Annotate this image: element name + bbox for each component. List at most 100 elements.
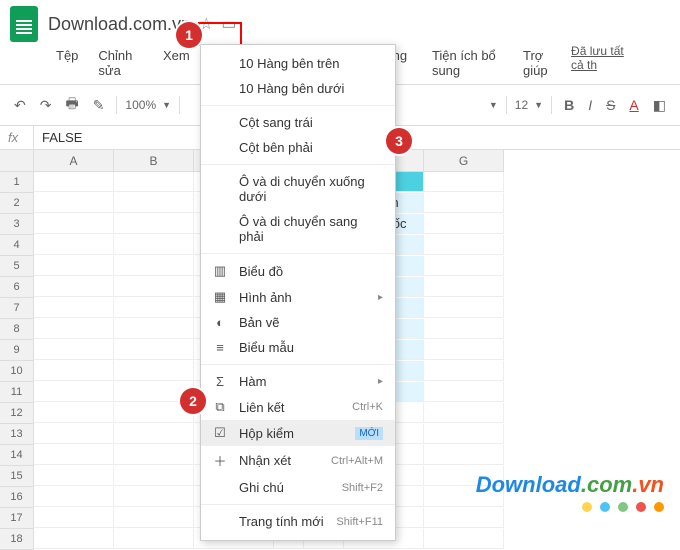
row-header[interactable]: 18 — [0, 529, 34, 550]
row-header[interactable]: 9 — [0, 340, 34, 361]
font-size[interactable]: 12 — [515, 98, 528, 112]
col-header[interactable]: A — [34, 150, 114, 172]
row-header[interactable]: 4 — [0, 235, 34, 256]
menu-shift-right[interactable]: Ô và di chuyển sang phải — [201, 209, 395, 249]
row-header[interactable]: 2 — [0, 193, 34, 214]
cell[interactable] — [114, 319, 194, 339]
fill-color-icon[interactable]: ◧ — [649, 95, 670, 116]
cell[interactable] — [34, 277, 114, 297]
row-header[interactable]: 15 — [0, 466, 34, 487]
menu-view[interactable]: Xem — [155, 44, 198, 82]
cell[interactable] — [114, 214, 194, 234]
cell[interactable] — [424, 298, 504, 318]
cell[interactable] — [114, 256, 194, 276]
row-header[interactable]: 11 — [0, 382, 34, 403]
menu-rows-below[interactable]: 10 Hàng bên dưới — [201, 76, 395, 101]
cell[interactable] — [114, 193, 194, 213]
menu-help[interactable]: Trợ giúp — [515, 44, 567, 82]
row-header[interactable]: 17 — [0, 508, 34, 529]
cell[interactable] — [34, 466, 114, 486]
menu-col-right[interactable]: Cột bên phải — [201, 135, 395, 160]
cell[interactable] — [114, 487, 194, 507]
cell[interactable] — [34, 298, 114, 318]
text-color-button[interactable]: A — [625, 95, 642, 115]
cell[interactable] — [424, 340, 504, 360]
cell[interactable] — [114, 466, 194, 486]
cell[interactable] — [34, 319, 114, 339]
cell[interactable] — [424, 214, 504, 234]
row-header[interactable]: 16 — [0, 487, 34, 508]
menu-checkbox[interactable]: ☑Hộp kiểmMỚI — [201, 420, 395, 446]
zoom-select[interactable]: 100% — [125, 98, 156, 112]
cell[interactable] — [34, 403, 114, 423]
menu-chart[interactable]: ▥Biểu đồ — [201, 258, 395, 284]
cell[interactable] — [424, 382, 504, 402]
row-header[interactable]: 12 — [0, 403, 34, 424]
paint-icon[interactable]: ✎ — [89, 95, 109, 116]
doc-title[interactable]: Download.com.vn — [48, 14, 191, 35]
cell[interactable] — [114, 361, 194, 381]
cell[interactable] — [114, 172, 194, 192]
cell[interactable] — [114, 529, 194, 549]
menu-comment[interactable]: ＋Nhận xétCtrl+Alt+M — [201, 446, 395, 475]
cell[interactable] — [424, 361, 504, 381]
row-header[interactable]: 8 — [0, 319, 34, 340]
row-header[interactable]: 5 — [0, 256, 34, 277]
cell[interactable] — [424, 193, 504, 213]
menu-rows-above[interactable]: 10 Hàng bên trên — [201, 51, 395, 76]
menu-col-left[interactable]: Cột sang trái — [201, 110, 395, 135]
row-header[interactable]: 3 — [0, 214, 34, 235]
cell[interactable] — [34, 235, 114, 255]
cell[interactable] — [34, 214, 114, 234]
row-header[interactable]: 14 — [0, 445, 34, 466]
cell[interactable] — [34, 445, 114, 465]
cell[interactable] — [424, 403, 504, 423]
cell[interactable] — [114, 424, 194, 444]
cell[interactable] — [424, 256, 504, 276]
cell[interactable] — [34, 193, 114, 213]
row-header[interactable]: 6 — [0, 277, 34, 298]
cell[interactable] — [34, 529, 114, 549]
menu-link[interactable]: ⧉Liên kếtCtrl+K — [201, 394, 395, 420]
cell[interactable] — [34, 508, 114, 528]
menu-shift-down[interactable]: Ô và di chuyển xuống dưới — [201, 169, 395, 209]
select-all-corner[interactable] — [0, 150, 34, 172]
col-header[interactable]: G — [424, 150, 504, 172]
cell[interactable] — [114, 298, 194, 318]
cell[interactable] — [34, 487, 114, 507]
redo-icon[interactable]: ↷ — [36, 95, 56, 116]
cell[interactable] — [424, 172, 504, 192]
cell[interactable] — [424, 319, 504, 339]
row-header[interactable]: 13 — [0, 424, 34, 445]
cell[interactable] — [34, 172, 114, 192]
cell[interactable] — [114, 235, 194, 255]
cell[interactable] — [114, 508, 194, 528]
menu-image[interactable]: ▦Hình ảnh▸ — [201, 284, 395, 310]
menu-function[interactable]: ΣHàm▸ — [201, 369, 395, 394]
cell[interactable] — [34, 424, 114, 444]
undo-icon[interactable]: ↶ — [10, 95, 30, 116]
cell[interactable] — [424, 277, 504, 297]
cell[interactable] — [114, 277, 194, 297]
cell[interactable] — [424, 424, 504, 444]
cell[interactable] — [34, 361, 114, 381]
row-header[interactable]: 1 — [0, 172, 34, 193]
menu-form[interactable]: ≡Biểu mẫu — [201, 335, 395, 360]
cell[interactable] — [34, 382, 114, 402]
formula-bar[interactable]: FALSE — [34, 126, 90, 149]
row-header[interactable]: 7 — [0, 298, 34, 319]
menu-addons[interactable]: Tiện ích bổ sung — [424, 44, 511, 82]
folder-icon[interactable]: ▭ — [221, 14, 236, 34]
col-header[interactable]: B — [114, 150, 194, 172]
cell[interactable] — [34, 256, 114, 276]
cell[interactable] — [34, 340, 114, 360]
italic-button[interactable]: I — [584, 95, 596, 115]
cell[interactable] — [114, 445, 194, 465]
menu-edit[interactable]: Chỉnh sửa — [90, 44, 151, 82]
menu-drawing[interactable]: ◐Bản vẽ — [201, 310, 395, 335]
cell[interactable] — [424, 445, 504, 465]
menu-note[interactable]: Ghi chúShift+F2 — [201, 475, 395, 500]
bold-button[interactable]: B — [560, 95, 578, 115]
save-status[interactable]: Đã lưu tất cả th — [571, 44, 632, 82]
sheets-logo[interactable] — [10, 6, 38, 42]
